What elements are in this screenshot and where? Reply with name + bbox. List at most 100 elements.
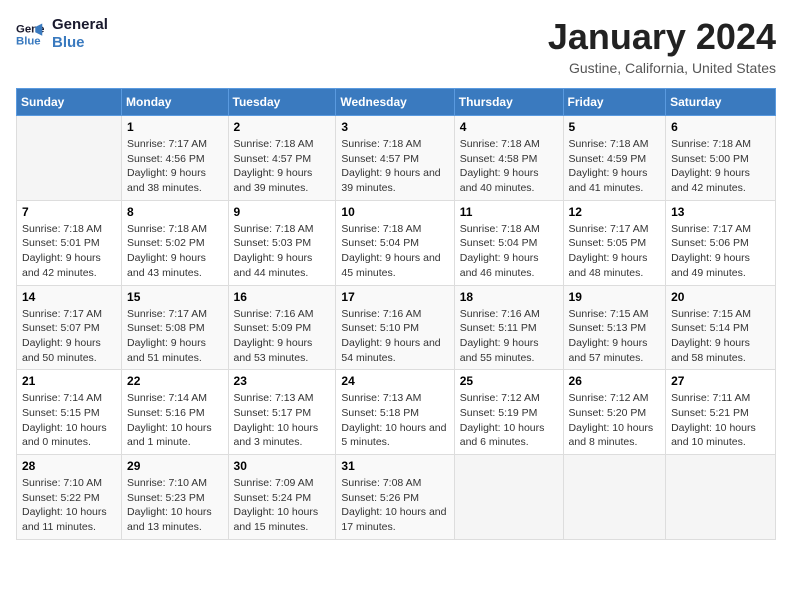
day-number: 21 [22,374,116,388]
calendar-cell [17,116,122,201]
day-info: Sunrise: 7:11 AMSunset: 5:21 PMDaylight:… [671,391,770,450]
calendar-week-row: 1 Sunrise: 7:17 AMSunset: 4:56 PMDaylight… [17,116,776,201]
day-info: Sunrise: 7:13 AMSunset: 5:18 PMDaylight:… [341,391,448,450]
weekday-header-saturday: Saturday [666,89,776,116]
page-header: General Blue General Blue January 2024 G… [16,16,776,76]
calendar-cell: 12Sunrise: 7:17 AMSunset: 5:05 PMDayligh… [563,200,666,285]
day-number: 8 [127,205,222,219]
calendar-cell: 9 Sunrise: 7:18 AMSunset: 5:03 PMDaylight… [228,200,336,285]
calendar-week-row: 21 Sunrise: 7:14 AMSunset: 5:15 PMDayligh… [17,370,776,455]
logo: General Blue General Blue [16,16,108,52]
day-number: 4 [460,120,558,134]
calendar-week-row: 28 Sunrise: 7:10 AMSunset: 5:22 PMDayligh… [17,455,776,540]
calendar-cell: 14 Sunrise: 7:17 AMSunset: 5:07 PMDayligh… [17,285,122,370]
day-number: 19 [569,290,661,304]
day-info: Sunrise: 7:18 AMSunset: 4:59 PMDaylight:… [569,137,661,196]
day-number: 28 [22,459,116,473]
calendar-cell: 30Sunrise: 7:09 AMSunset: 5:24 PMDayligh… [228,455,336,540]
day-info: Sunrise: 7:18 AMSunset: 5:01 PMDaylight:… [22,222,116,281]
calendar-cell: 31 Sunrise: 7:08 AMSunset: 5:26 PMDayligh… [336,455,454,540]
calendar-title: January 2024 [548,16,776,58]
day-number: 1 [127,120,222,134]
weekday-header-sunday: Sunday [17,89,122,116]
day-number: 7 [22,205,116,219]
calendar-cell: 25Sunrise: 7:12 AMSunset: 5:19 PMDayligh… [454,370,563,455]
calendar-cell [563,455,666,540]
calendar-cell: 18Sunrise: 7:16 AMSunset: 5:11 PMDayligh… [454,285,563,370]
day-info: Sunrise: 7:17 AMSunset: 5:08 PMDaylight:… [127,307,222,366]
calendar-cell: 16Sunrise: 7:16 AMSunset: 5:09 PMDayligh… [228,285,336,370]
calendar-cell: 10 Sunrise: 7:18 AMSunset: 5:04 PMDayligh… [336,200,454,285]
day-number: 26 [569,374,661,388]
day-number: 5 [569,120,661,134]
day-number: 22 [127,374,222,388]
day-info: Sunrise: 7:10 AMSunset: 5:22 PMDaylight:… [22,476,116,535]
day-number: 2 [234,120,331,134]
day-info: Sunrise: 7:13 AMSunset: 5:17 PMDaylight:… [234,391,331,450]
day-number: 23 [234,374,331,388]
day-info: Sunrise: 7:16 AMSunset: 5:11 PMDaylight:… [460,307,558,366]
day-number: 9 [234,205,331,219]
calendar-cell: 8 Sunrise: 7:18 AMSunset: 5:02 PMDaylight… [122,200,228,285]
day-number: 13 [671,205,770,219]
day-info: Sunrise: 7:18 AMSunset: 5:04 PMDaylight:… [460,222,558,281]
calendar-cell: 27 Sunrise: 7:11 AMSunset: 5:21 PMDayligh… [666,370,776,455]
day-number: 27 [671,374,770,388]
day-number: 6 [671,120,770,134]
day-info: Sunrise: 7:08 AMSunset: 5:26 PMDaylight:… [341,476,448,535]
day-number: 20 [671,290,770,304]
calendar-cell: 20Sunrise: 7:15 AMSunset: 5:14 PMDayligh… [666,285,776,370]
day-info: Sunrise: 7:17 AMSunset: 5:05 PMDaylight:… [569,222,661,281]
day-number: 29 [127,459,222,473]
calendar-cell: 15 Sunrise: 7:17 AMSunset: 5:08 PMDayligh… [122,285,228,370]
logo-blue: Blue [52,34,108,52]
calendar-cell: 5 Sunrise: 7:18 AMSunset: 4:59 PMDaylight… [563,116,666,201]
day-info: Sunrise: 7:14 AMSunset: 5:15 PMDaylight:… [22,391,116,450]
day-info: Sunrise: 7:12 AMSunset: 5:20 PMDaylight:… [569,391,661,450]
calendar-cell: 21 Sunrise: 7:14 AMSunset: 5:15 PMDayligh… [17,370,122,455]
calendar-cell: 4 Sunrise: 7:18 AMSunset: 4:58 PMDaylight… [454,116,563,201]
weekday-header-thursday: Thursday [454,89,563,116]
day-number: 11 [460,205,558,219]
day-number: 10 [341,205,448,219]
day-info: Sunrise: 7:18 AMSunset: 4:58 PMDaylight:… [460,137,558,196]
calendar-cell [454,455,563,540]
day-number: 17 [341,290,448,304]
calendar-table: SundayMondayTuesdayWednesdayThursdayFrid… [16,88,776,540]
day-number: 16 [234,290,331,304]
calendar-cell: 17 Sunrise: 7:16 AMSunset: 5:10 PMDayligh… [336,285,454,370]
day-number: 14 [22,290,116,304]
weekday-header-wednesday: Wednesday [336,89,454,116]
day-info: Sunrise: 7:18 AMSunset: 4:57 PMDaylight:… [341,137,448,196]
calendar-week-row: 14 Sunrise: 7:17 AMSunset: 5:07 PMDayligh… [17,285,776,370]
day-number: 31 [341,459,448,473]
day-info: Sunrise: 7:14 AMSunset: 5:16 PMDaylight:… [127,391,222,450]
calendar-cell: 24Sunrise: 7:13 AMSunset: 5:18 PMDayligh… [336,370,454,455]
day-info: Sunrise: 7:17 AMSunset: 5:06 PMDaylight:… [671,222,770,281]
day-info: Sunrise: 7:17 AMSunset: 4:56 PMDaylight:… [127,137,222,196]
calendar-cell: 22 Sunrise: 7:14 AMSunset: 5:16 PMDayligh… [122,370,228,455]
calendar-cell: 1 Sunrise: 7:17 AMSunset: 4:56 PMDaylight… [122,116,228,201]
day-number: 15 [127,290,222,304]
calendar-cell: 29 Sunrise: 7:10 AMSunset: 5:23 PMDayligh… [122,455,228,540]
day-info: Sunrise: 7:16 AMSunset: 5:10 PMDaylight:… [341,307,448,366]
day-info: Sunrise: 7:09 AMSunset: 5:24 PMDaylight:… [234,476,331,535]
day-info: Sunrise: 7:17 AMSunset: 5:07 PMDaylight:… [22,307,116,366]
calendar-cell [666,455,776,540]
day-info: Sunrise: 7:10 AMSunset: 5:23 PMDaylight:… [127,476,222,535]
day-info: Sunrise: 7:18 AMSunset: 5:03 PMDaylight:… [234,222,331,281]
weekday-header-friday: Friday [563,89,666,116]
day-info: Sunrise: 7:18 AMSunset: 5:02 PMDaylight:… [127,222,222,281]
logo-icon: General Blue [16,20,44,48]
title-area: January 2024 Gustine, California, United… [548,16,776,76]
day-number: 3 [341,120,448,134]
weekday-header-monday: Monday [122,89,228,116]
calendar-cell: 11 Sunrise: 7:18 AMSunset: 5:04 PMDayligh… [454,200,563,285]
calendar-cell: 26 Sunrise: 7:12 AMSunset: 5:20 PMDayligh… [563,370,666,455]
weekday-header-row: SundayMondayTuesdayWednesdayThursdayFrid… [17,89,776,116]
day-info: Sunrise: 7:18 AMSunset: 5:04 PMDaylight:… [341,222,448,281]
day-info: Sunrise: 7:12 AMSunset: 5:19 PMDaylight:… [460,391,558,450]
calendar-cell: 7 Sunrise: 7:18 AMSunset: 5:01 PMDaylight… [17,200,122,285]
day-info: Sunrise: 7:18 AMSunset: 4:57 PMDaylight:… [234,137,331,196]
calendar-subtitle: Gustine, California, United States [548,60,776,76]
